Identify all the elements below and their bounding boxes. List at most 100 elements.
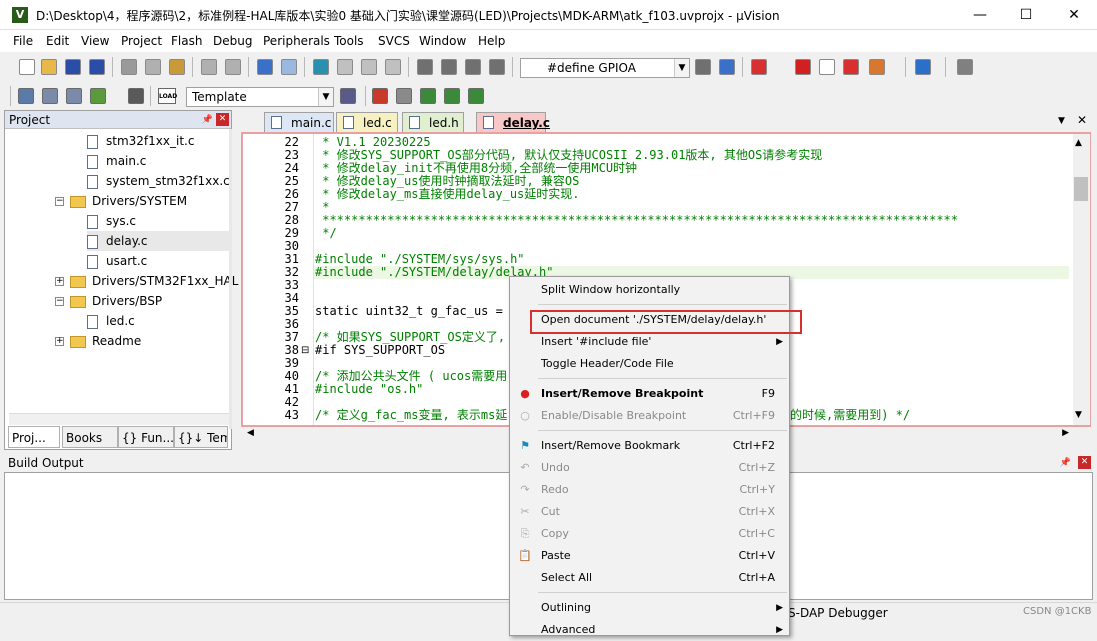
tree-item-main-c[interactable]: main.c [87, 151, 146, 171]
code-line[interactable]: static uint32_t g_fac_us = 0 [315, 305, 517, 318]
clear-breakpoints-icon[interactable] [843, 59, 859, 75]
uncomment-icon[interactable] [489, 59, 505, 75]
comment-icon[interactable] [465, 59, 481, 75]
menu-item-outlining[interactable]: Outlining ▶ [510, 597, 789, 619]
pack-installer-icon[interactable] [444, 88, 460, 104]
menu-tools[interactable]: Tools [334, 34, 364, 48]
menu-debug[interactable]: Debug [213, 34, 252, 48]
rebuild-icon[interactable] [66, 88, 82, 104]
menu-svcs[interactable]: SVCS [378, 34, 410, 48]
target-options-icon[interactable] [340, 88, 356, 104]
prev-bookmark-icon[interactable] [337, 59, 353, 75]
manage-project-items-icon[interactable] [396, 88, 412, 104]
menu-file[interactable]: File [13, 34, 33, 48]
next-bookmark-icon[interactable] [361, 59, 377, 75]
menu-help[interactable]: Help [478, 34, 505, 48]
maximize-button[interactable]: ☐ [1003, 0, 1049, 30]
menu-item-insert-remove-bookmark[interactable]: ⚑ Insert/Remove Bookmark Ctrl+F2 [510, 435, 789, 457]
nav-back-icon[interactable] [257, 59, 273, 75]
select-packs-icon[interactable] [420, 88, 436, 104]
menu-item-select-all[interactable]: Select All Ctrl+A [510, 567, 789, 589]
stop-build-icon[interactable] [128, 88, 144, 104]
tab-led-h[interactable]: led.h [402, 112, 464, 132]
breakpoint-icon[interactable] [795, 59, 811, 75]
code-line-tail[interactable]: 的时候,需要用到) */ [790, 409, 910, 422]
save-icon[interactable] [65, 59, 81, 75]
tree-item-drivers-system[interactable]: − Drivers/SYSTEM [55, 191, 187, 211]
unindent-icon[interactable] [441, 59, 457, 75]
bookmark-icon[interactable] [313, 59, 329, 75]
menu-item-insert-remove-breakpoint[interactable]: ● Insert/Remove Breakpoint F9 [510, 383, 789, 405]
tab-books[interactable]: Books [62, 426, 118, 448]
expand-icon[interactable]: + [55, 277, 64, 286]
chevron-down-icon[interactable]: ▼ [318, 88, 333, 106]
scroll-right-icon[interactable]: ▶ [1062, 428, 1069, 438]
tab-main-c[interactable]: main.c [264, 112, 334, 132]
tab-list-icon[interactable]: ▼ [1058, 116, 1065, 126]
tab-functions[interactable]: {} Fun... [118, 426, 174, 448]
menu-item-paste[interactable]: 📋 Paste Ctrl+V [510, 545, 789, 567]
code-line[interactable]: #include "os.h" [315, 383, 423, 396]
configure-icon[interactable] [957, 59, 973, 75]
clear-bookmarks-icon[interactable] [385, 59, 401, 75]
project-vscrollbar[interactable] [229, 129, 232, 429]
scroll-up-icon[interactable]: ▲ [1075, 138, 1082, 148]
copy-icon[interactable] [145, 59, 161, 75]
debug-start-icon[interactable] [751, 59, 767, 75]
menu-view[interactable]: View [81, 34, 109, 48]
tree-item-stm32f1xx-it-c[interactable]: stm32f1xx_it.c [87, 131, 194, 151]
undo-icon[interactable] [201, 59, 217, 75]
window-layout-icon[interactable] [915, 59, 931, 75]
pin-icon[interactable]: 📌 [1060, 454, 1071, 472]
save-all-icon[interactable] [89, 59, 105, 75]
tree-item-sys-c[interactable]: sys.c [87, 211, 136, 231]
pin-icon[interactable]: 📌 [202, 111, 213, 129]
expand-icon[interactable]: + [55, 337, 64, 346]
tree-item-drivers-bsp[interactable]: − Drivers/BSP [55, 291, 162, 311]
menu-item-toggle-header-code-file[interactable]: Toggle Header/Code File [510, 353, 789, 375]
paste-icon[interactable] [169, 59, 185, 75]
translate-icon[interactable] [18, 88, 34, 104]
close-editor-icon[interactable]: ✕ [1077, 113, 1087, 127]
incremental-find-icon[interactable] [719, 59, 735, 75]
tab-templates[interactable]: {}↓ Tem... [174, 426, 228, 448]
code-line[interactable]: #if SYS_SUPPORT_OS [315, 344, 445, 357]
close-window-button[interactable]: ✕ [1051, 0, 1097, 30]
tab-led-c[interactable]: led.c [336, 112, 398, 132]
batch-build-icon[interactable] [90, 88, 106, 104]
define-combo[interactable]: #define GPIOA ▼ [520, 58, 690, 78]
run-time-env-icon[interactable] [468, 88, 484, 104]
new-file-icon[interactable] [19, 59, 35, 75]
scroll-thumb[interactable] [1074, 177, 1088, 201]
redo-icon[interactable] [225, 59, 241, 75]
code-line[interactable]: * 修改delay_ms直接使用delay_us延时实现. [315, 188, 579, 201]
tree-item-led-c[interactable]: led.c [87, 311, 135, 331]
tab-project[interactable]: Proj... [8, 426, 60, 448]
collapse-icon[interactable]: − [55, 197, 64, 206]
disable-breakpoint-icon[interactable] [819, 59, 835, 75]
menu-edit[interactable]: Edit [46, 34, 69, 48]
tree-item-delay-c[interactable]: delay.c [87, 231, 232, 251]
indent-icon[interactable] [417, 59, 433, 75]
find-icon[interactable] [695, 59, 711, 75]
code-line[interactable]: ****************************************… [315, 214, 958, 227]
load-icon[interactable]: LOAD [158, 88, 177, 104]
chevron-down-icon[interactable]: ▼ [674, 59, 689, 77]
menu-flash[interactable]: Flash [171, 34, 202, 48]
menu-window[interactable]: Window [419, 34, 466, 48]
close-panel-icon[interactable]: ✕ [1078, 456, 1091, 469]
fold-marker-icon[interactable]: ⊟ [301, 344, 309, 357]
menu-item-advanced[interactable]: Advanced ▶ [510, 619, 789, 641]
tree-item-drivers-stm32f1xx-hal[interactable]: + Drivers/STM32F1xx_HAL [55, 271, 238, 291]
minimize-button[interactable]: — [957, 0, 1003, 30]
scroll-down-icon[interactable]: ▼ [1075, 410, 1082, 420]
kill-breakpoints-icon[interactable] [869, 59, 885, 75]
tree-item-system-stm32f1xx-c[interactable]: system_stm32f1xx.c [87, 171, 230, 191]
build-icon[interactable] [42, 88, 58, 104]
scroll-left-icon[interactable]: ◀ [247, 428, 254, 438]
code-line[interactable]: */ [315, 227, 336, 240]
project-hscrollbar[interactable] [9, 413, 229, 425]
manage-components-icon[interactable] [372, 88, 388, 104]
menu-peripherals[interactable]: Peripherals [263, 34, 330, 48]
tree-item-readme[interactable]: + Readme [55, 331, 141, 351]
